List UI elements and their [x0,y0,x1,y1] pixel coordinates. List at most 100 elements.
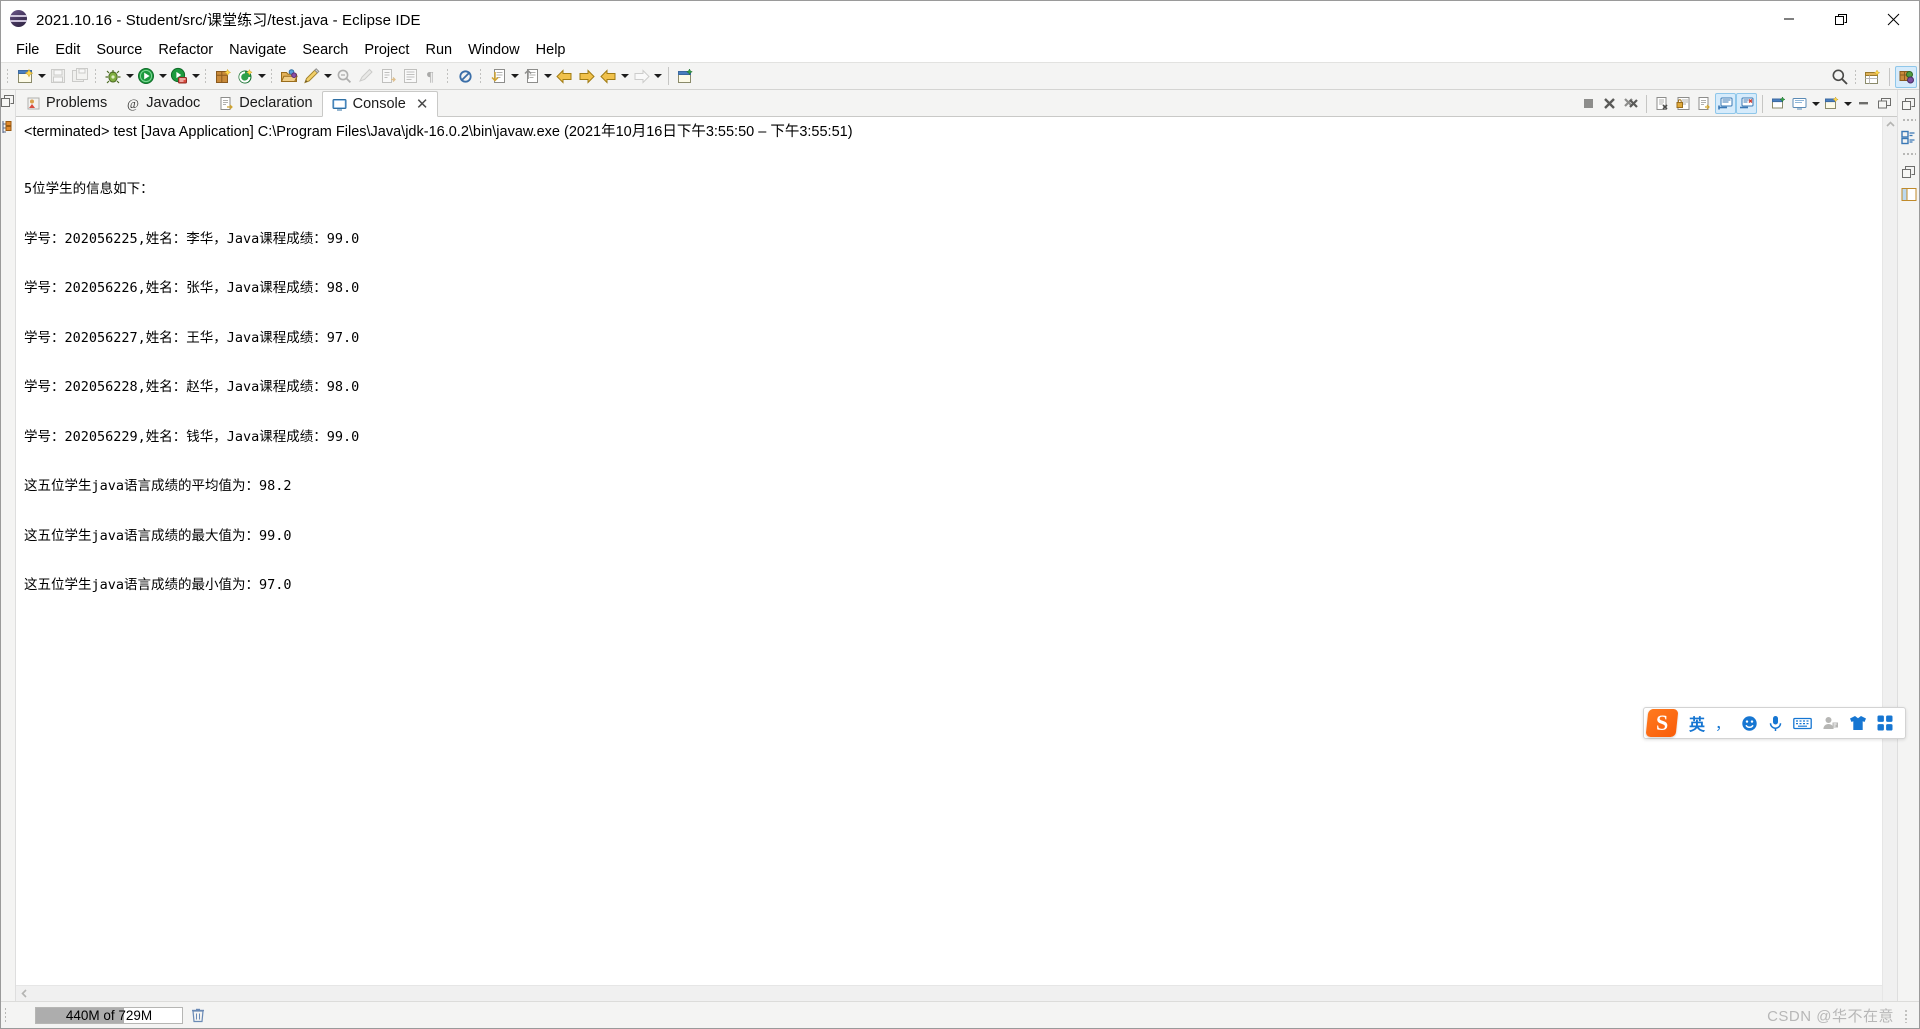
scroll-up-arrow[interactable] [1883,117,1898,132]
menu-help[interactable]: Help [528,40,574,60]
terminate-icon [1578,93,1599,114]
status-bar-gripper[interactable] [4,1007,10,1023]
perspective-gripper[interactable] [1853,68,1860,86]
menu-source[interactable]: Source [88,40,150,60]
menu-run[interactable]: Run [417,40,460,60]
minimize-view-icon[interactable] [1853,93,1874,114]
toolbar-gripper-2[interactable] [93,67,100,85]
open-console-icon[interactable] [1821,93,1842,114]
forward-history-dropdown-caret[interactable] [652,66,663,86]
show-console-on-error-icon[interactable] [1736,93,1757,114]
outline-structure-icon[interactable] [1900,129,1917,146]
forward-icon[interactable] [575,65,597,87]
toolbar-gripper-3[interactable] [203,67,210,85]
trash-icon[interactable] [187,1005,209,1025]
voice-input-icon[interactable] [1763,707,1788,739]
menu-file[interactable]: File [8,40,47,60]
open-console-dropdown-caret[interactable] [1842,94,1853,114]
back-icon[interactable] [553,65,575,87]
remove-all-terminated-icon[interactable] [1620,93,1641,114]
debug-dropdown-caret[interactable] [124,66,135,86]
display-selected-console-icon[interactable] [1789,93,1810,114]
horizontal-scroll-track[interactable] [32,986,1882,1002]
new-java-class-icon[interactable] [234,65,256,87]
menu-refactor[interactable]: Refactor [150,40,221,60]
console-horizontal-scrollbar[interactable] [16,985,1882,1001]
new-class-dropdown-caret[interactable] [256,66,267,86]
maximize-view-icon[interactable] [1874,93,1895,114]
back-history-icon[interactable] [597,65,619,87]
search-icon[interactable] [1829,66,1851,88]
menu-edit[interactable]: Edit [47,40,88,60]
console-output[interactable]: 5位学生的信息如下： 学号：202056225,姓名：李华，Java课程成绩：9… [16,144,1882,985]
close-button[interactable] [1867,1,1919,37]
title-bar: 2021.10.16 - Student/src/课堂练习/test.java … [1,1,1919,37]
tab-declaration[interactable]: Declaration [209,90,321,116]
tab-problems[interactable]: Problems [16,90,116,116]
menu-navigate[interactable]: Navigate [221,40,294,60]
run-coverage-icon[interactable] [168,65,190,87]
emoji-icon[interactable] [1736,707,1763,739]
console-vertical-scrollbar[interactable] [1882,117,1897,1001]
java-perspective-icon[interactable] [1895,66,1917,88]
coverage-dropdown-caret[interactable] [190,66,201,86]
run-dropdown-caret[interactable] [157,66,168,86]
toolbox-icon[interactable] [1872,707,1898,739]
run-icon[interactable] [135,65,157,87]
vertical-scroll-track[interactable] [1883,132,1898,1001]
tab-javadoc[interactable]: @ Javadoc [116,90,209,116]
scroll-lock-icon[interactable] [1673,93,1694,114]
new-window-icon[interactable] [674,65,696,87]
menu-search[interactable]: Search [294,40,356,60]
package-explorer-icon[interactable] [1900,186,1917,203]
tab-console-close-icon[interactable]: ✕ [416,97,429,112]
new-wizard-dropdown-caret[interactable] [36,66,47,86]
sogou-logo-icon[interactable]: S [1644,707,1680,739]
restore-2-icon[interactable] [1900,163,1917,180]
soft-keyboard-icon[interactable] [1788,707,1817,739]
open-perspective-icon[interactable] [1862,66,1884,88]
open-type-icon[interactable] [278,65,300,87]
new-wizard-icon[interactable] [14,65,36,87]
clear-console-icon[interactable] [1652,93,1673,114]
next-edit-dropdown-caret[interactable] [542,66,553,86]
debug-icon[interactable] [102,65,124,87]
next-edit-icon[interactable] [520,65,542,87]
minimize-button[interactable] [1763,1,1815,37]
show-console-on-output-icon[interactable] [1715,93,1736,114]
scroll-left-arrow[interactable] [16,986,32,1002]
punctuation-toggle[interactable]: ， [1710,707,1736,739]
toolbar-gripper[interactable] [5,67,12,85]
outline-view-icon[interactable] [1,120,15,134]
sogou-ime-bar[interactable]: S 英 ， [1643,707,1907,739]
skip-breakpoints-icon[interactable] [454,65,476,87]
restore-view-icon[interactable] [1,94,15,108]
user-account-icon[interactable] [1817,707,1844,739]
previous-edit-icon[interactable] [487,65,509,87]
word-wrap-icon[interactable] [1694,93,1715,114]
eclipse-globe-icon [10,10,28,28]
restore-button[interactable] [1815,1,1867,37]
status-bar-resize-grip[interactable] [1904,1008,1909,1023]
language-toggle[interactable]: 英 [1684,707,1710,739]
menu-project[interactable]: Project [356,40,417,60]
skin-icon[interactable] [1844,707,1872,739]
console-output-line: 这五位学生java语言成绩的平均值为：98.2 [24,478,292,494]
restore-icon[interactable] [1900,95,1917,112]
toolbar-group-breakpoints [454,65,476,87]
pin-console-icon[interactable] [1768,93,1789,114]
toolbar-gripper-5[interactable] [445,67,452,85]
menu-window[interactable]: Window [460,40,528,60]
toolbar-gripper-6[interactable] [478,67,485,85]
previous-edit-dropdown-caret[interactable] [509,66,520,86]
new-java-package-icon[interactable] [212,65,234,87]
back-history-dropdown-caret[interactable] [619,66,630,86]
toolbar-gripper-4[interactable] [269,67,276,85]
toolbar-group-window [674,65,696,87]
external-tools-dropdown-caret[interactable] [322,66,333,86]
display-console-dropdown-caret[interactable] [1810,94,1821,114]
tab-console[interactable]: Console ✕ [321,91,439,117]
external-tools-icon[interactable] [300,65,322,87]
heap-status-indicator[interactable]: 440M of 729M [35,1006,183,1024]
remove-launch-icon[interactable] [1599,93,1620,114]
